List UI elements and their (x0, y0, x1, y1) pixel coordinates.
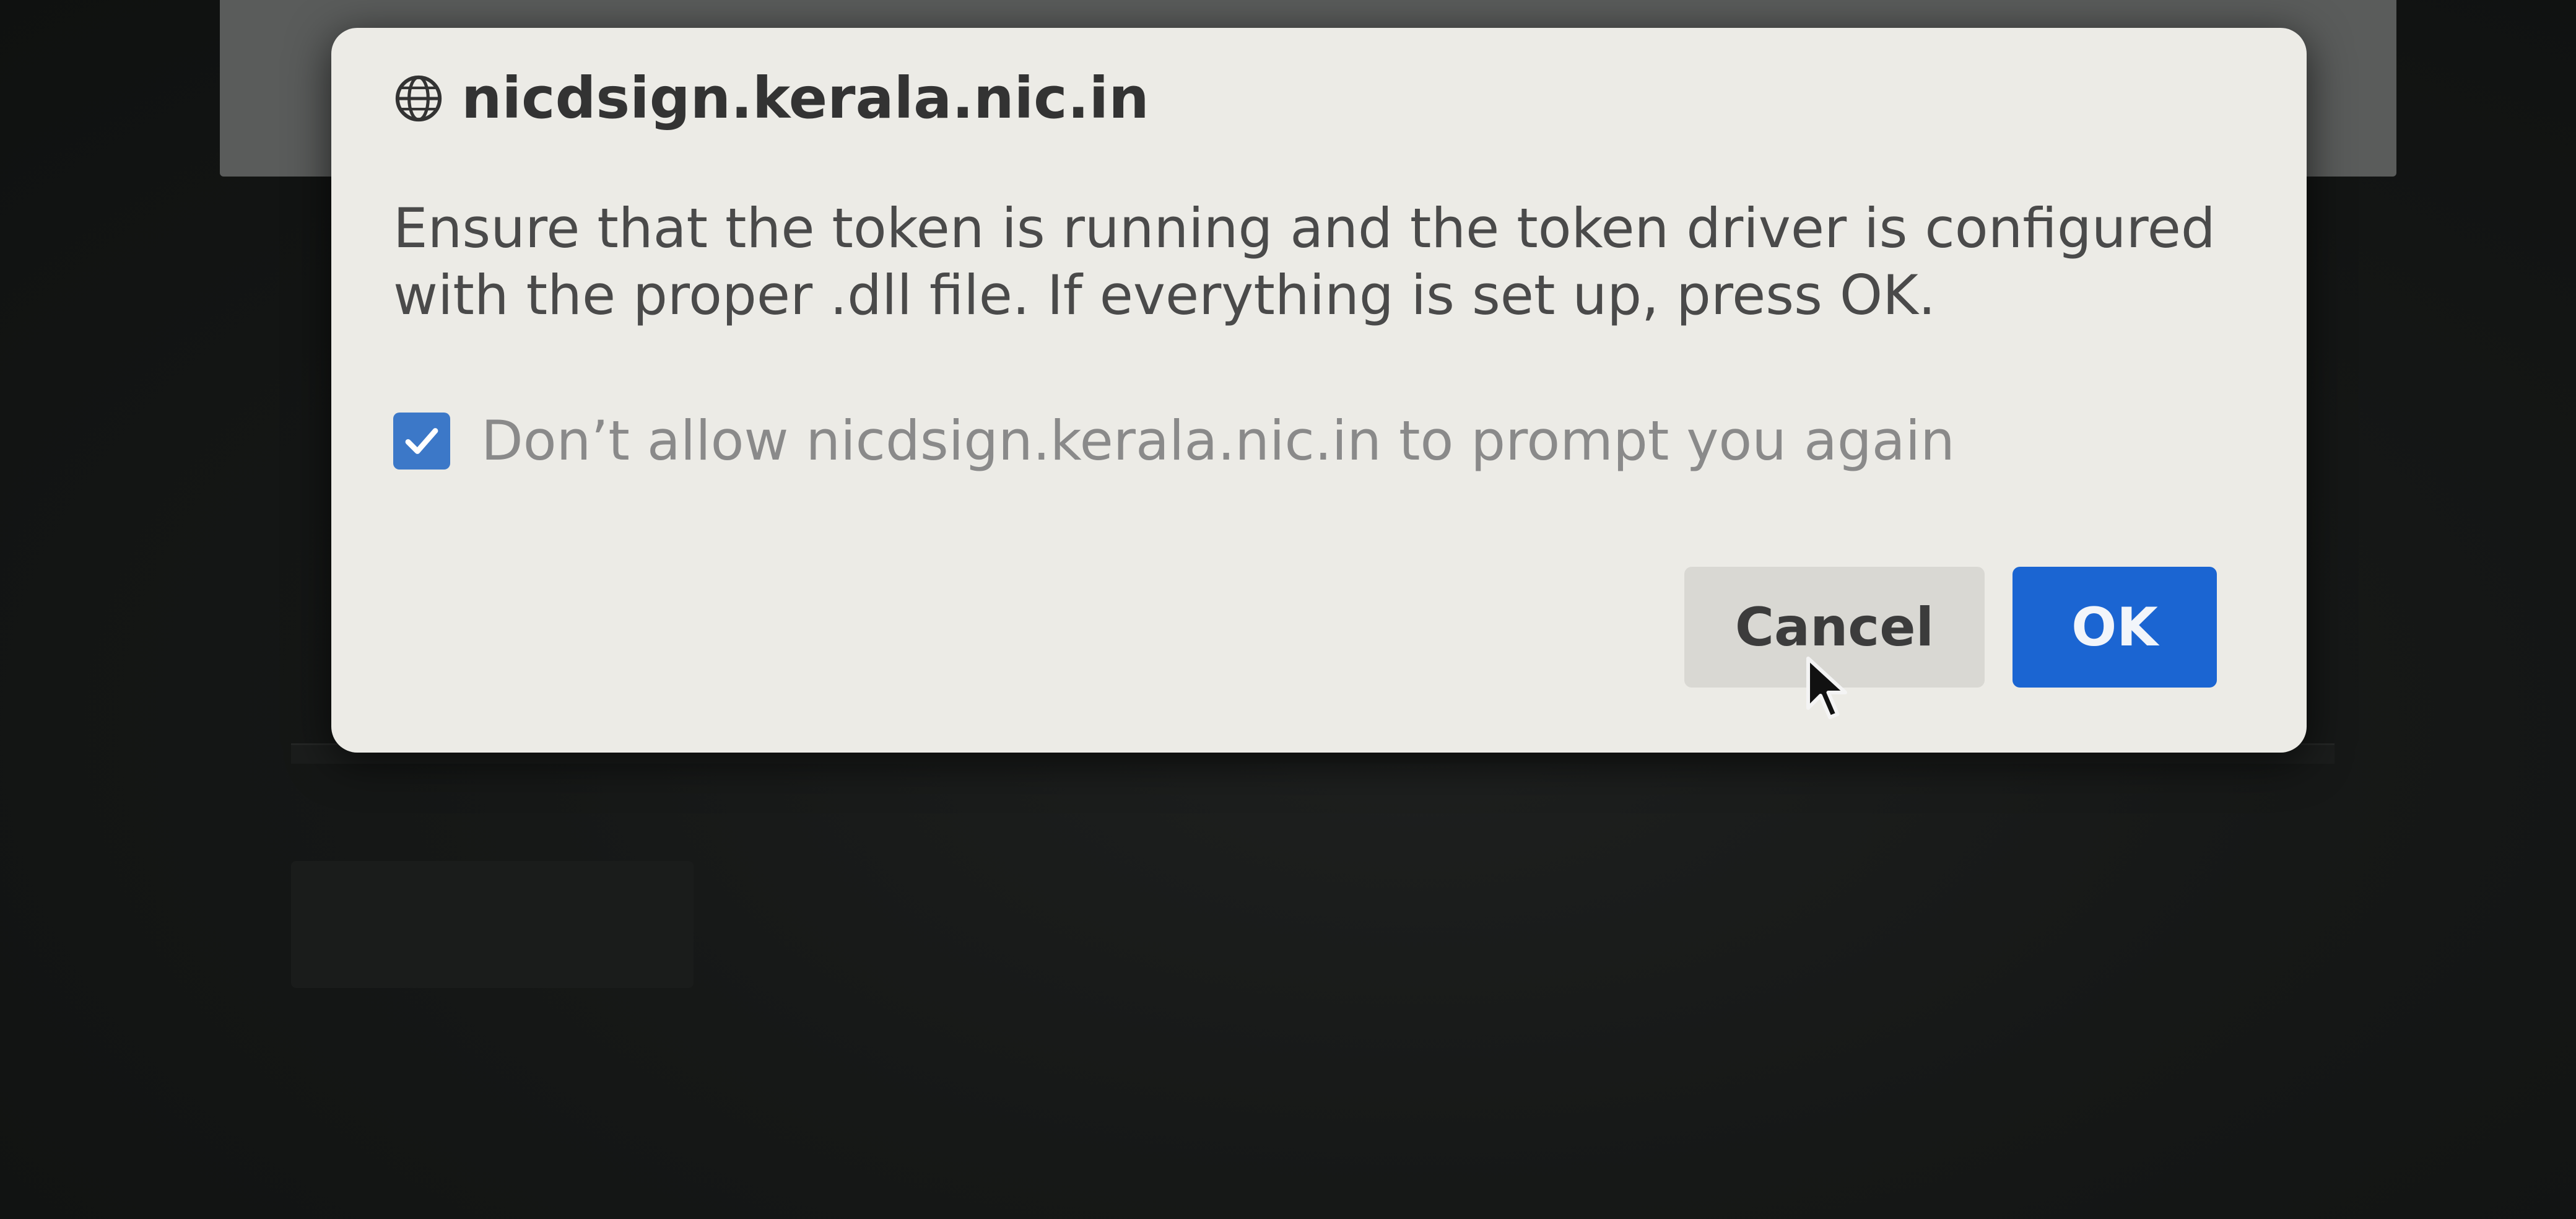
globe-icon (395, 75, 442, 121)
checkmark-icon (405, 427, 438, 454)
dialog-site-title: nicdsign.kerala.nic.in (461, 65, 1149, 131)
mouse-pointer-icon (1806, 657, 1847, 719)
dont-allow-checkbox-label[interactable]: Don’t allow nicdsign.kerala.nic.in to pr… (481, 409, 1955, 473)
dont-allow-checkbox[interactable] (393, 412, 450, 470)
dont-allow-checkbox-row[interactable]: Don’t allow nicdsign.kerala.nic.in to pr… (393, 409, 1955, 473)
background-button-obscured (291, 861, 694, 988)
ok-button[interactable]: OK (2012, 567, 2217, 688)
screen: nicdsign.kerala.nic.in Ensure that the t… (0, 0, 2576, 1219)
dialog-header: nicdsign.kerala.nic.in (393, 65, 1149, 131)
dialog-message: Ensure that the token is running and the… (393, 196, 2216, 327)
prompt-dialog: nicdsign.kerala.nic.in Ensure that the t… (331, 28, 2307, 753)
